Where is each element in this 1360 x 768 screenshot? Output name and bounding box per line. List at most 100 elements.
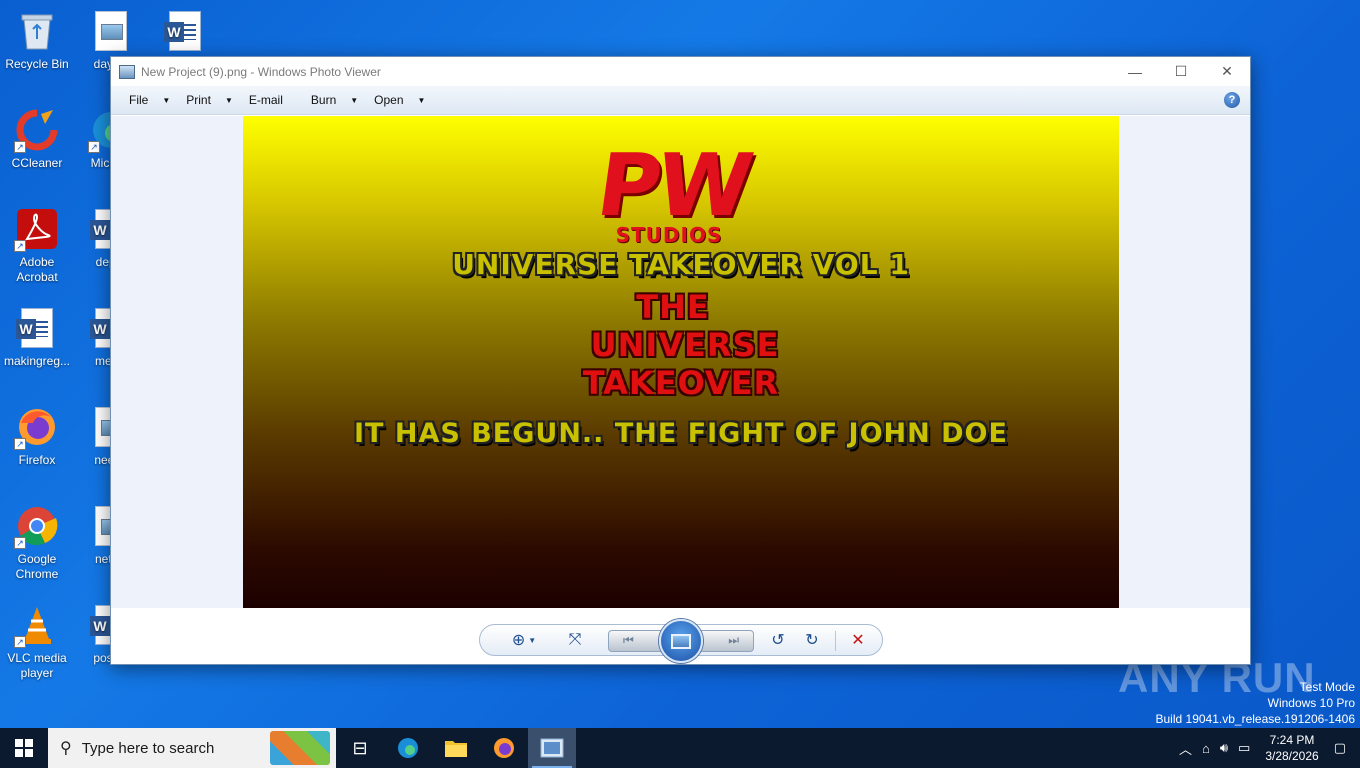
desktop-icon-adobe-acrobat[interactable]: ↗ Adobe Acrobat	[0, 206, 74, 285]
image-file-icon	[88, 8, 134, 54]
volume-icon[interactable]: 🔊︎	[1220, 740, 1228, 756]
desktop-icon-label: makingreg...	[3, 354, 71, 368]
menu-email[interactable]: E-mail	[241, 86, 303, 114]
task-view-button[interactable]: ⊟	[336, 728, 384, 768]
chevron-down-icon: ▼	[350, 95, 359, 105]
word-document-icon	[162, 8, 208, 54]
desktop-icon-firefox[interactable]: ↗ Firefox	[0, 404, 74, 468]
menu-burn[interactable]: Burn ▼	[303, 86, 366, 114]
photo-viewer-app-icon	[119, 64, 135, 79]
start-button[interactable]	[0, 728, 48, 768]
chrome-icon: ↗	[14, 503, 60, 549]
shortcut-arrow-icon: ↗	[14, 438, 26, 450]
os-edition-label: Windows 10 Pro	[1267, 696, 1355, 710]
slideshow-icon	[671, 633, 691, 649]
slideshow-button[interactable]	[659, 619, 703, 663]
clock-time: 7:24 PM	[1269, 733, 1315, 747]
menu-open-label: Open	[374, 93, 404, 107]
menu-file[interactable]: File ▼	[121, 86, 178, 114]
pw-logo-text: PW	[591, 136, 755, 236]
minimize-button[interactable]: —	[1112, 57, 1158, 86]
build-label: Build 19041.vb_release.191206-1406	[1155, 712, 1356, 726]
toolbar-pill: ⊕ ▼ ⤧ ⏮ ⏭ ↺ ↻ ✕	[479, 619, 883, 663]
firefox-icon	[494, 738, 514, 758]
edge-icon	[398, 738, 418, 758]
displayed-photo: PW STUDIOS UNIVERSE TAKEOVER VOL 1 THE U…	[243, 116, 1119, 608]
task-view-icon: ⊟	[352, 737, 368, 758]
shortcut-arrow-icon: ↗	[14, 636, 26, 648]
photo-line-universe: UNIVERSE	[590, 326, 780, 364]
windows-logo-icon	[15, 739, 33, 757]
folder-icon	[445, 741, 467, 757]
chevron-down-icon: ▼	[224, 95, 233, 105]
rotate-counterclockwise-button[interactable]: ↺	[764, 625, 792, 655]
search-highlight-image	[270, 731, 330, 765]
taskbar-firefox[interactable]	[480, 728, 528, 768]
photo-viewer-window: New Project (9).png - Windows Photo View…	[110, 56, 1251, 665]
chevron-down-icon: ▼	[528, 635, 537, 645]
photo-line-vol: UNIVERSE TAKEOVER VOL 1	[452, 248, 910, 281]
photo-line-takeover: TAKEOVER	[582, 364, 780, 402]
taskbar-photo-viewer[interactable]	[528, 728, 576, 768]
photo-viewer-icon	[540, 738, 564, 758]
rotate-clockwise-button[interactable]: ↻	[798, 625, 826, 655]
zoom-button[interactable]: ⊕ ▼	[506, 625, 542, 655]
help-icon[interactable]: ?	[1224, 92, 1240, 108]
actual-size-button[interactable]: ⤧	[560, 625, 590, 655]
network-icon[interactable]: ⌂	[1202, 741, 1210, 756]
taskbar-search-box[interactable]: ⚲ Type here to search	[48, 728, 336, 768]
menu-open[interactable]: Open ▼	[366, 86, 433, 114]
vlc-icon: ↗	[14, 602, 60, 648]
search-placeholder: Type here to search	[81, 739, 215, 757]
image-viewport: PW STUDIOS UNIVERSE TAKEOVER VOL 1 THE U…	[111, 116, 1250, 608]
window-title: New Project (9).png - Windows Photo View…	[141, 64, 381, 79]
notification-icon[interactable]: ▢	[1334, 740, 1346, 756]
desktop-icon-makingreg[interactable]: makingreg...	[0, 305, 74, 369]
monitor-icon[interactable]: ▭	[1238, 740, 1250, 756]
close-button[interactable]: ✕	[1204, 57, 1250, 86]
title-bar[interactable]: New Project (9).png - Windows Photo View…	[111, 57, 1250, 86]
maximize-button[interactable]: ☐	[1158, 57, 1204, 86]
delete-button[interactable]: ✕	[844, 625, 872, 655]
recycle-bin-icon	[14, 8, 60, 54]
desktop-icon-label: Firefox	[18, 453, 56, 467]
desktop-icon-vlc[interactable]: ↗ VLC media player	[0, 602, 74, 681]
taskbar-clock[interactable]: 7:24 PM 3/28/2026	[1265, 732, 1318, 764]
desktop-icon-label: Recycle Bin	[5, 57, 69, 71]
desktop-icon-label: Adobe Acrobat	[16, 255, 58, 284]
shortcut-arrow-icon: ↗	[14, 141, 26, 153]
desktop-icon-label: Google Chrome	[15, 552, 59, 581]
photo-line-the: THE	[636, 288, 710, 326]
desktop-icon-label: CCleaner	[11, 156, 63, 170]
delete-icon: ✕	[851, 632, 865, 649]
desktop-icon-recycle-bin[interactable]: Recycle Bin	[0, 8, 74, 72]
desktop-icon-google-chrome[interactable]: ↗ Google Chrome	[0, 503, 74, 582]
menu-print[interactable]: Print ▼	[178, 86, 241, 114]
chevron-down-icon: ▼	[162, 95, 171, 105]
system-tray: ︿ ⌂ 🔊︎ ▭ 7:24 PM 3/28/2026 ▢	[1174, 728, 1360, 768]
next-button[interactable]: ⏭	[728, 633, 739, 648]
menu-burn-label: Burn	[310, 93, 337, 107]
taskbar-edge[interactable]	[384, 728, 432, 768]
shortcut-arrow-icon: ↗	[14, 537, 26, 549]
zoom-icon: ⊕	[511, 632, 526, 649]
firefox-icon: ↗	[14, 404, 60, 450]
acrobat-icon: ↗	[14, 206, 60, 252]
word-document-icon	[14, 305, 60, 351]
desktop-icon-ccleaner[interactable]: ↗ CCleaner	[0, 107, 74, 171]
search-icon: ⚲	[60, 740, 72, 757]
test-mode-label: Test Mode	[1299, 680, 1355, 694]
menu-print-label: Print	[186, 93, 211, 107]
rotate-cw-icon: ↻	[805, 632, 819, 649]
taskbar-file-explorer[interactable]	[432, 728, 480, 768]
shortcut-arrow-icon: ↗	[88, 141, 100, 153]
desktop-icon-word-doc[interactable]	[148, 8, 222, 57]
pw-studios-text: STUDIOS	[615, 223, 723, 247]
rotate-ccw-icon: ↺	[771, 632, 785, 649]
ccleaner-icon: ↗	[14, 107, 60, 153]
menu-bar: File ▼ Print ▼ E-mail Burn ▼ Open ▼ ?	[111, 86, 1250, 115]
taskbar: ⚲ Type here to search ⊟ ︿ ⌂ 🔊︎ ▭ 7:24 PM…	[0, 728, 1360, 768]
chevron-down-icon: ▼	[417, 95, 426, 105]
chevron-up-icon[interactable]: ︿	[1179, 739, 1192, 758]
previous-button[interactable]: ⏮	[623, 633, 634, 648]
